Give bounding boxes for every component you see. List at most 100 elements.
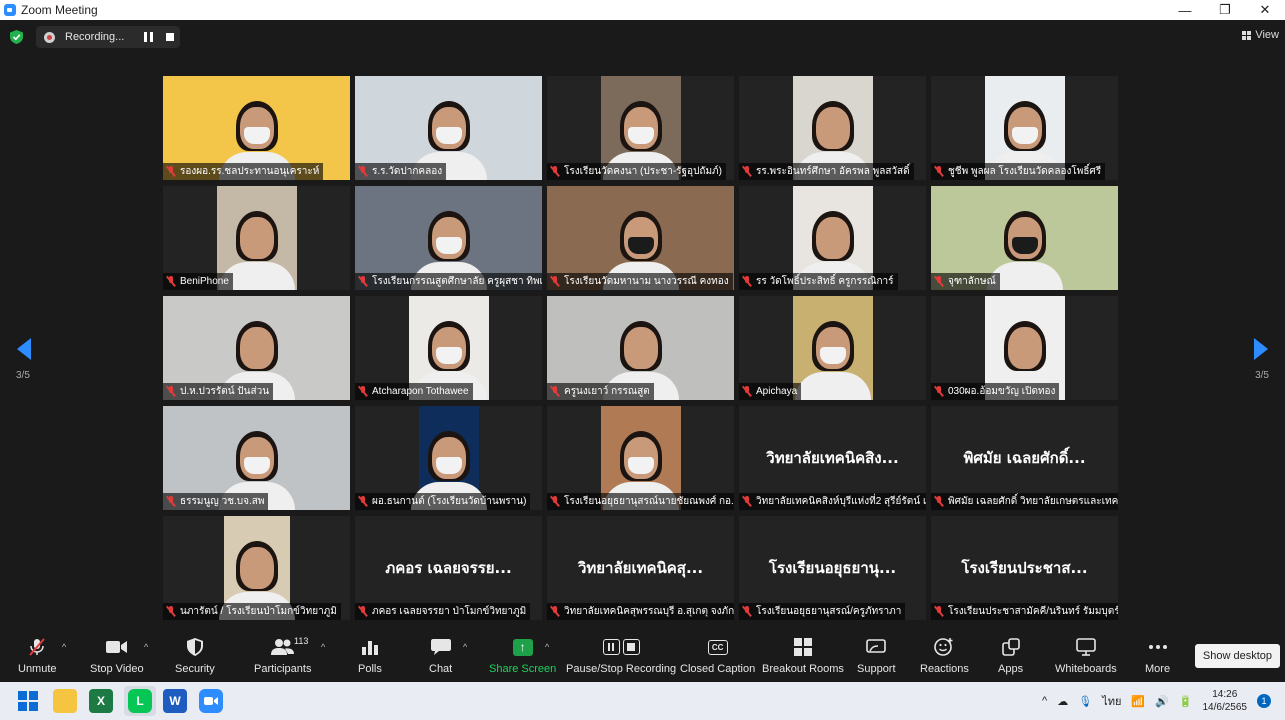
recording-label: Recording... <box>65 31 125 43</box>
meeting-area: Recording... View 3/5 3/5 รองผอ.รร.ชลประ… <box>0 20 1285 632</box>
participant-nametag: ร.ร.วัดปากคลอง <box>355 163 447 180</box>
view-button[interactable]: View <box>1242 26 1279 44</box>
participant-face <box>623 327 658 370</box>
participant-tile[interactable]: โรงเรียนอยุธยานุ... โรงเรียนอยุธยานุสรณ์/… <box>739 516 926 620</box>
stop-video-button[interactable]: Stop Video <box>90 636 144 680</box>
audio-options-chevron-icon[interactable]: ^ <box>62 642 66 652</box>
file-explorer-icon[interactable] <box>53 689 77 713</box>
page-indicator-right: 3/5 <box>1255 370 1269 381</box>
participant-tile[interactable]: รองผอ.รร.ชลประทานอนุเคราะห์ <box>163 76 350 180</box>
participant-tile[interactable]: พิศมัย เฉลยศักดิ์... พิศมัย เฉลยศักดิ์ วิ… <box>931 406 1118 510</box>
participant-tile[interactable]: วิทยาลัยเทคนิคสิง... วิทยาลัยเทคนิคสิงห์บ… <box>739 406 926 510</box>
pause-stop-recording-button[interactable]: Pause/Stop Recording <box>566 636 676 680</box>
video-camera-icon <box>105 636 128 658</box>
more-button[interactable]: More <box>1145 636 1170 680</box>
participant-tile[interactable]: โรงเรียนวัดมหานาม นางวรรณี คงทอง <box>547 186 734 290</box>
apps-label: Apps <box>998 663 1024 675</box>
participant-display-name: พิศมัย เฉลยศักดิ์... <box>963 449 1086 467</box>
closed-caption-button[interactable]: CC Closed Caption <box>680 636 755 680</box>
participant-nametag: รร วัดโพธิ์ประสิทธิ์ ครูกรรณิการ์ <box>739 273 898 290</box>
participant-name: โรงเรียนกรรณสูตศึกษาลัย ครูผุสชา ทิพเ... <box>372 276 542 287</box>
volume-icon[interactable]: 🔊 <box>1155 695 1169 708</box>
participant-name: Atcharapon Tothawee <box>372 386 469 397</box>
line-app-icon[interactable]: L <box>128 689 152 713</box>
polls-bar-chart-icon <box>361 636 378 658</box>
participants-options-chevron-icon[interactable]: ^ <box>321 642 325 652</box>
clock[interactable]: 14:26 14/6/2565 <box>1203 688 1248 714</box>
unmute-button[interactable]: Unmute <box>18 636 57 680</box>
zoom-taskbar-icon[interactable] <box>199 689 223 713</box>
participant-tile[interactable]: Apichaya <box>739 296 926 400</box>
whiteboards-button[interactable]: Whiteboards <box>1055 636 1117 680</box>
participant-tile[interactable]: จุฑาลักษณ์ <box>931 186 1118 290</box>
participant-tile[interactable]: Atcharapon Tothawee <box>355 296 542 400</box>
participant-display-name: โรงเรียนประชาส... <box>961 559 1088 577</box>
participant-tile[interactable]: รร วัดโพธิ์ประสิทธิ์ ครูกรรณิการ์ <box>739 186 926 290</box>
participant-tile[interactable]: โรงเรียนกรรณสูตศึกษาลัย ครูผุสชา ทิพเ... <box>355 186 542 290</box>
participant-face <box>431 327 466 370</box>
chat-options-chevron-icon[interactable]: ^ <box>463 642 467 652</box>
participant-tile[interactable]: ชูชีพ พูลผล โรงเรียนวัดคลองโพธิ์ศรี <box>931 76 1118 180</box>
share-options-chevron-icon[interactable]: ^ <box>545 642 549 652</box>
participant-tile[interactable]: นภารัตน์ / โรงเรียนป่าโมกข์วิทยาภูมิ <box>163 516 350 620</box>
participant-nametag: ผอ.ธนกานต์ (โรงเรียนวัดบ้านพราน) <box>355 493 531 510</box>
tray-chevron-icon[interactable]: ^ <box>1042 695 1047 707</box>
notification-badge[interactable]: 1 <box>1257 694 1271 708</box>
participant-tile[interactable]: ร.ร.วัดปากคลอง <box>355 76 542 180</box>
participant-name: BeniPhone <box>180 276 229 287</box>
close-button[interactable]: ✕ <box>1245 0 1285 20</box>
chat-button[interactable]: Chat <box>429 636 452 680</box>
breakout-rooms-button[interactable]: Breakout Rooms <box>762 636 844 680</box>
polls-label: Polls <box>358 663 382 675</box>
more-dots-icon <box>1148 636 1167 658</box>
participant-tile[interactable]: โรงเรียนวัดคงนา (ประชา-รัฐอุปถัมภ์) <box>547 76 734 180</box>
pause-recording-icon[interactable] <box>144 32 153 42</box>
participant-face <box>239 217 274 260</box>
participant-face <box>431 107 466 150</box>
participant-nametag: โรงเรียนอยุธยานุสรณ์นายชัยณพงศ์ กอ... <box>547 493 734 510</box>
participant-tile[interactable]: รร.พระอินทร์ศึกษา อัครพล พูลสวัสดิ์ <box>739 76 926 180</box>
participant-tile[interactable]: 030ผอ.อ้อมขวัญ เปิดทอง <box>931 296 1118 400</box>
whiteboard-icon <box>1076 636 1096 658</box>
participant-tile[interactable]: ป.ห.ปวรรัตน์ ปันส่วน <box>163 296 350 400</box>
participant-tile[interactable]: ธรรมนูญ วช.บจ.สพ <box>163 406 350 510</box>
apps-button[interactable]: Apps <box>998 636 1023 680</box>
security-button[interactable]: Security <box>175 636 215 680</box>
encryption-shield-icon[interactable] <box>10 30 23 44</box>
video-options-chevron-icon[interactable]: ^ <box>144 642 148 652</box>
support-screen-icon <box>866 636 887 658</box>
participant-face <box>815 327 850 370</box>
word-icon[interactable]: W <box>163 689 187 713</box>
windows-start-icon[interactable] <box>16 689 40 713</box>
participant-tile[interactable]: ผอ.ธนกานต์ (โรงเรียนวัดบ้านพราน) <box>355 406 542 510</box>
language-indicator[interactable]: ไทย <box>1102 692 1121 710</box>
wifi-icon[interactable]: 📶 <box>1131 695 1145 708</box>
participant-tile[interactable]: ครูนงเยาว์ กรรณสูต <box>547 296 734 400</box>
polls-button[interactable]: Polls <box>358 636 382 680</box>
support-button[interactable]: Support <box>857 636 896 680</box>
previous-page-arrow-icon[interactable] <box>17 338 31 360</box>
participant-name: จุฑาลักษณ์ <box>948 276 996 287</box>
participant-name: วิทยาลัยเทคนิคสิงห์บุรีแห่งที่2 สุรีย์รั… <box>756 496 926 507</box>
minimize-button[interactable]: — <box>1165 0 1205 20</box>
maximize-button[interactable]: ❐ <box>1205 0 1245 20</box>
onedrive-cloud-icon[interactable]: ☁ <box>1057 695 1068 708</box>
participant-nametag: โรงเรียนกรรณสูตศึกษาลัย ครูผุสชา ทิพเ... <box>355 273 542 290</box>
muted-mic-icon <box>550 276 560 287</box>
participant-tile[interactable]: BeniPhone <box>163 186 350 290</box>
excel-icon[interactable]: X <box>89 689 113 713</box>
unmute-label: Unmute <box>18 663 57 675</box>
participant-tile[interactable]: ภคอร เฉลยจรรย... ภคอร เฉลยจรรยา ป่าโมกข์ว… <box>355 516 542 620</box>
participants-button[interactable]: 113 Participants <box>254 636 311 680</box>
battery-icon[interactable]: 🔋 <box>1179 695 1193 708</box>
next-page-arrow-icon[interactable] <box>1254 338 1268 360</box>
participant-tile[interactable]: โรงเรียนอยุธยานุสรณ์นายชัยณพงศ์ กอ... <box>547 406 734 510</box>
participant-tile[interactable]: วิทยาลัยเทคนิคสุ... วิทยาลัยเทคนิคสุพรรณบ… <box>547 516 734 620</box>
participant-name: โรงเรียนอยุธยานุสรณ์นายชัยณพงศ์ กอ... <box>564 496 734 507</box>
reactions-button[interactable]: Reactions <box>920 636 969 680</box>
participant-name: พิศมัย เฉลยศักดิ์ วิทยาลัยเกษตรและเทคโ..… <box>948 496 1118 507</box>
microphone-tray-icon[interactable]: 🎙 <box>1078 695 1092 708</box>
participant-tile[interactable]: โรงเรียนประชาส... โรงเรียนประชาสามัคคี/นร… <box>931 516 1118 620</box>
participant-body <box>794 372 871 400</box>
stop-recording-icon[interactable] <box>166 33 174 41</box>
